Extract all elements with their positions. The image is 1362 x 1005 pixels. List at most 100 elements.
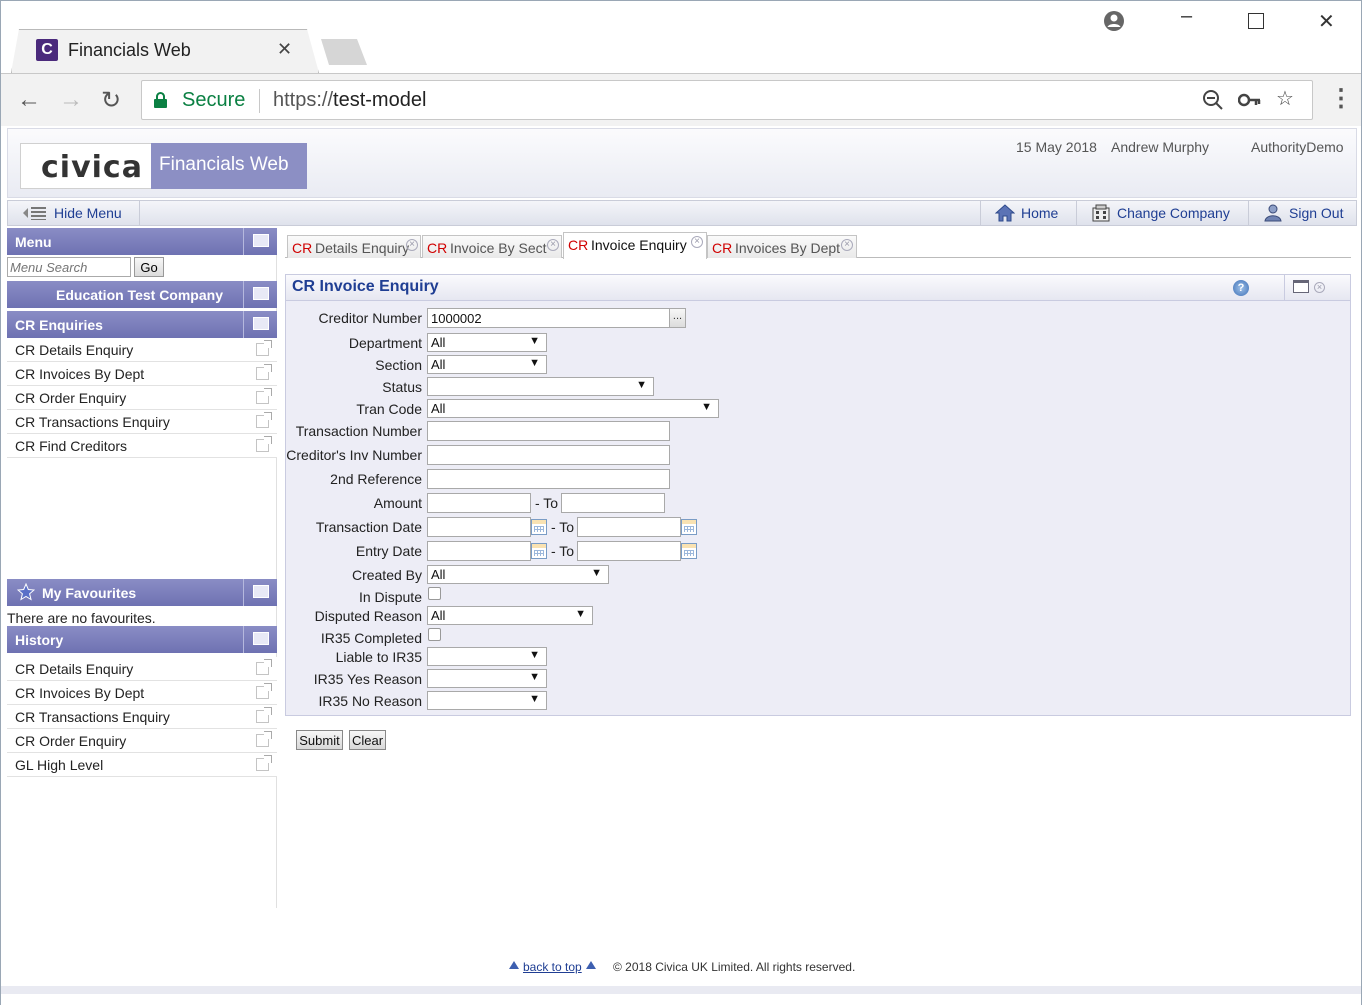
creditor-lookup-button[interactable]: ... [669, 308, 686, 328]
entry-date-row: Entry Date [286, 541, 422, 561]
transaction-date-to-label: - To [551, 519, 575, 535]
address-bar[interactable]: Secure https://test-model ☆ [141, 80, 1313, 120]
ir35-no-reason-select[interactable]: ▼ [427, 691, 547, 710]
external-link-icon[interactable] [256, 388, 272, 404]
created-by-select[interactable]: All ▼ [427, 565, 609, 584]
browser-menu-icon[interactable]: ⋮ [1329, 84, 1353, 113]
url-host: test-model [333, 89, 427, 111]
ir35-yes-reason-select[interactable]: ▼ [427, 669, 547, 688]
tab-label: Details Enquiry [315, 240, 410, 256]
list-item[interactable]: CR Details Enquiry [7, 338, 277, 362]
transaction-date-to-input[interactable] [577, 517, 681, 537]
profile-icon[interactable] [1103, 10, 1125, 38]
popout-window-icon[interactable] [1293, 280, 1309, 293]
external-link-icon[interactable] [256, 731, 272, 747]
change-company-button[interactable]: Change Company [1076, 201, 1248, 225]
hide-menu-button[interactable]: Hide Menu [8, 201, 140, 225]
external-link-icon[interactable] [256, 412, 272, 428]
list-item[interactable]: CR Invoices By Dept [7, 362, 277, 386]
external-link-icon[interactable] [256, 659, 272, 675]
list-item[interactable]: CR Transactions Enquiry [7, 410, 277, 434]
window-icon [253, 632, 269, 645]
window-close-icon[interactable]: ✕ [1318, 9, 1335, 34]
forward-icon[interactable]: → [59, 86, 83, 114]
list-item[interactable]: GL High Level [7, 753, 277, 777]
tab-close-icon[interactable]: × [547, 239, 559, 251]
list-item[interactable]: CR Order Enquiry [7, 729, 277, 753]
external-link-icon[interactable] [256, 707, 272, 723]
external-link-icon[interactable] [256, 436, 272, 452]
enquiries-panel-toggle[interactable] [243, 311, 277, 338]
list-item[interactable]: CR Details Enquiry [7, 657, 277, 681]
sign-out-button[interactable]: Sign Out [1248, 201, 1358, 225]
amount-from-input[interactable] [427, 493, 531, 513]
back-to-top-link[interactable]: back to top [523, 960, 582, 974]
url-scheme: https:// [273, 89, 334, 111]
history-panel-toggle[interactable] [243, 626, 277, 653]
tab-close-icon[interactable]: × [841, 239, 853, 251]
creditors-inv-number-input[interactable] [427, 445, 670, 465]
entry-date-from-input[interactable] [427, 541, 531, 561]
list-item[interactable]: CR Invoices By Dept [7, 681, 277, 705]
zoom-icon[interactable] [1202, 89, 1224, 117]
go-button[interactable]: Go [134, 257, 164, 277]
menu-search-input[interactable] [7, 257, 131, 277]
second-reference-input[interactable] [427, 469, 670, 489]
tab-close-icon[interactable]: × [406, 239, 418, 251]
tran-code-label: Tran Code [356, 401, 422, 417]
folder-up-icon [253, 317, 269, 330]
section-value: All [431, 357, 446, 372]
url-text[interactable]: https://test-model [273, 89, 426, 112]
external-link-icon[interactable] [256, 755, 272, 771]
new-tab-button[interactable] [321, 39, 367, 65]
status-select[interactable]: ▼ [427, 377, 654, 396]
close-panel-icon[interactable]: × [1314, 282, 1325, 293]
entry-date-to-label: - To [551, 543, 575, 559]
tab-cr-invoice-enquiry[interactable]: CR Invoice Enquiry × [563, 232, 707, 259]
department-label: Department [348, 335, 422, 351]
calendar-icon[interactable] [681, 519, 697, 535]
maximize-icon[interactable] [1248, 13, 1264, 29]
calendar-icon[interactable] [531, 519, 547, 535]
tran-code-select[interactable]: All ▼ [427, 399, 719, 418]
bookmark-star-icon[interactable]: ☆ [1276, 86, 1294, 111]
calendar-icon[interactable] [531, 543, 547, 559]
transaction-number-input[interactable] [427, 421, 670, 441]
list-item[interactable]: CR Transactions Enquiry [7, 705, 277, 729]
calendar-icon[interactable] [681, 543, 697, 559]
back-icon[interactable]: ← [17, 86, 41, 114]
tab-cr-invoices-by-dept[interactable]: CR Invoices By Dept × [707, 235, 857, 258]
section-select[interactable]: All ▼ [427, 355, 547, 374]
disputed-reason-select[interactable]: All ▼ [427, 606, 593, 625]
external-link-icon[interactable] [256, 340, 272, 356]
submit-button[interactable]: Submit [296, 730, 343, 750]
external-link-icon[interactable] [256, 364, 272, 380]
list-item[interactable]: CR Find Creditors [7, 434, 277, 458]
company-panel-toggle[interactable] [243, 281, 277, 308]
transaction-date-from-input[interactable] [427, 517, 531, 537]
ir35-completed-checkbox[interactable] [428, 628, 441, 641]
help-icon[interactable]: ? [1233, 280, 1249, 296]
tab-cr-invoice-by-sect[interactable]: CR Invoice By Sect × [422, 235, 562, 258]
department-select[interactable]: All ▼ [427, 333, 547, 352]
minimize-icon[interactable]: – [1181, 5, 1192, 28]
tab-cr-details-enquiry[interactable]: CR Details Enquiry × [287, 235, 421, 258]
tab-close-icon[interactable]: × [691, 236, 703, 248]
home-button[interactable]: Home [980, 201, 1076, 225]
favourites-panel-toggle[interactable] [243, 579, 277, 606]
bottom-bar [1, 986, 1361, 994]
dropdown-arrow-icon: ▼ [591, 567, 602, 579]
clear-button[interactable]: Clear [349, 730, 386, 750]
reload-icon[interactable]: ↻ [101, 86, 121, 115]
in-dispute-checkbox[interactable] [428, 587, 441, 600]
list-item[interactable]: CR Order Enquiry [7, 386, 277, 410]
close-tab-icon[interactable]: ✕ [277, 39, 292, 60]
amount-to-input[interactable] [561, 493, 665, 513]
entry-date-to-input[interactable] [577, 541, 681, 561]
external-link-icon[interactable] [256, 683, 272, 699]
key-icon[interactable] [1237, 89, 1262, 117]
creditor-number-input[interactable] [427, 308, 670, 328]
liable-to-ir35-select[interactable]: ▼ [427, 647, 547, 666]
menu-panel-toggle[interactable] [243, 228, 277, 255]
